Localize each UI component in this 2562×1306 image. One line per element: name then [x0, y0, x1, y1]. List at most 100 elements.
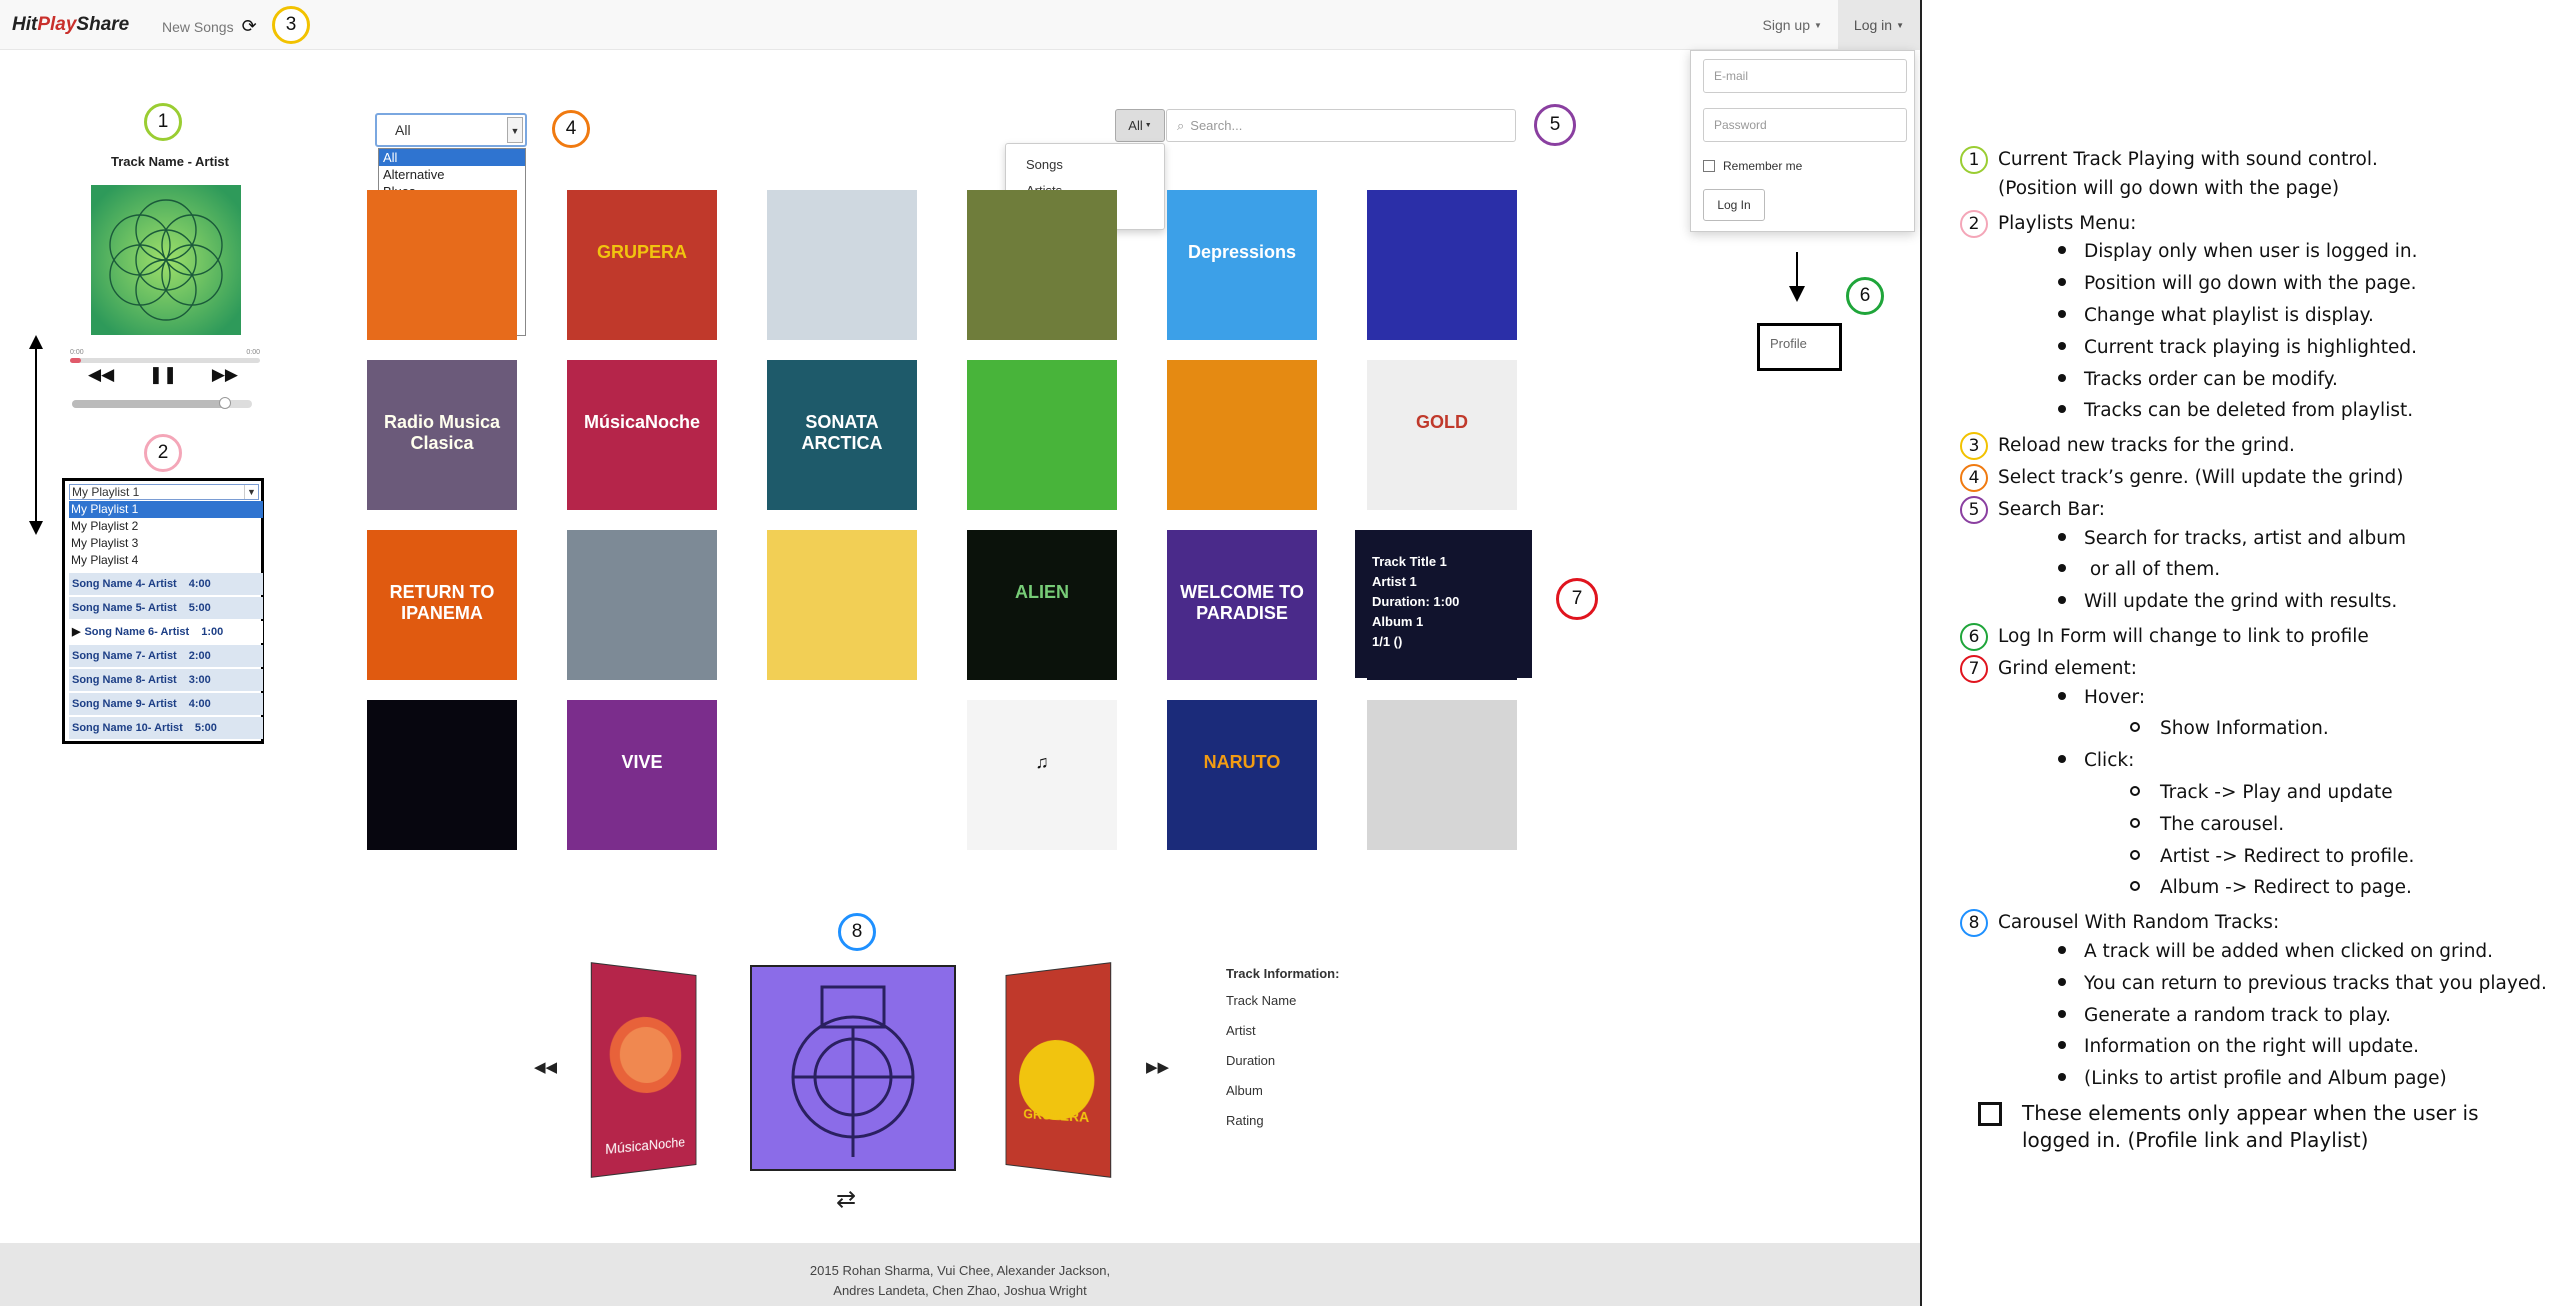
grid-album-tile[interactable]: Depressions	[1167, 190, 1317, 340]
password-field[interactable]: Password	[1703, 108, 1907, 142]
carousel-next-icon[interactable]: ▶▶	[1146, 1058, 1169, 1076]
grid-album-tile[interactable]	[967, 360, 1117, 510]
remember-me-checkbox[interactable]: Remember me	[1703, 159, 1802, 173]
track-info-name[interactable]: Track Name	[1226, 991, 1339, 1021]
callout-4: 4	[552, 110, 590, 148]
signup-label: Sign up	[1762, 17, 1810, 33]
grid-album-tile[interactable]: MúsicaNoche	[567, 360, 717, 510]
grid-album-tile[interactable]	[967, 190, 1117, 340]
grid-album-tile[interactable]: RETURN TO IPANEMA	[367, 530, 517, 680]
grid-album-tile[interactable]: SONATA ARCTICA	[767, 360, 917, 510]
grid-hover-info[interactable]: Track Title 1 Artist 1 Duration: 1:00 Al…	[1355, 530, 1532, 678]
annotation-note: Will update the grind with results.	[2058, 591, 2397, 612]
grid-album-title: VIVE	[621, 752, 663, 772]
playlist-option[interactable]: My Playlist 1	[69, 501, 263, 518]
bullet-icon	[2058, 246, 2066, 255]
footer: 2015 Rohan Sharma, Vui Chee, Alexander J…	[0, 1243, 1920, 1306]
grid-album-tile[interactable]	[567, 530, 717, 680]
grid-album-tile[interactable]: ALIEN	[967, 530, 1117, 680]
playlist-option[interactable]: My Playlist 3	[69, 535, 263, 552]
login-label: Log in	[1853, 17, 1893, 33]
note-text: Information on the right will update.	[2084, 1036, 2419, 1058]
hover-track-title: Track Title 1	[1372, 554, 1447, 569]
volume-slider[interactable]	[72, 397, 252, 409]
grid-album-tile[interactable]	[767, 530, 917, 680]
track-info-album[interactable]: Album	[1226, 1081, 1339, 1111]
note-text: Artist -> Redirect to profile.	[2160, 845, 2415, 867]
bullet-icon	[2058, 1073, 2066, 1082]
grid-album-tile[interactable]	[367, 700, 517, 850]
track-name: Song Name 8- Artist	[72, 674, 177, 686]
signup-dropdown[interactable]: Sign up ▼	[1747, 0, 1838, 50]
grid-album-tile[interactable]: NARUTO	[1167, 700, 1317, 850]
playlist-select[interactable]: My Playlist 1 ▼	[69, 484, 259, 500]
current-track-name[interactable]: Track Name - Artist	[70, 154, 270, 169]
playlist-track[interactable]: Song Name 9- Artist 4:00	[69, 693, 263, 715]
profile-link[interactable]: Profile	[1757, 323, 1842, 371]
search-menu-item[interactable]: Songs	[1006, 152, 1164, 178]
carousel-next-cover[interactable]: GRUPERA	[1006, 963, 1111, 1177]
track-name: Song Name 5- Artist	[72, 602, 177, 614]
callout-8: 8	[838, 913, 876, 951]
grid-album-tile[interactable]: WELCOME TO PARADISE	[1167, 530, 1317, 680]
genre-option[interactable]: Alternative	[379, 166, 525, 183]
note-text: Current track playing is highlighted.	[2084, 336, 2417, 358]
playlist-track[interactable]: Song Name 5- Artist 5:00	[69, 597, 263, 619]
carousel-current-cover[interactable]	[750, 965, 956, 1171]
player-controls: ◀◀ ❚❚ ▶▶	[88, 365, 238, 385]
grid-album-tile[interactable]: GRUPERA	[567, 190, 717, 340]
bullet-icon	[2130, 786, 2140, 796]
annotation-note: Search for tracks, artist and album	[2058, 528, 2406, 549]
grid-album-tile[interactable]	[1167, 360, 1317, 510]
rewind-icon[interactable]: ◀◀	[88, 365, 114, 385]
playlist-track[interactable]: ▶ Song Name 6- Artist 1:00	[69, 621, 263, 643]
playlist-track[interactable]: Song Name 10- Artist 5:00	[69, 717, 263, 739]
playlist-track[interactable]: Song Name 4- Artist 4:00	[69, 573, 263, 595]
fast-forward-icon[interactable]: ▶▶	[212, 365, 238, 385]
chevron-down-icon: ▼	[244, 485, 258, 499]
playlist-menu: My Playlist 1 ▼ My Playlist 1 My Playlist…	[62, 478, 264, 744]
chevron-down-icon: ▼	[507, 117, 523, 143]
pause-icon[interactable]: ❚❚	[149, 365, 178, 385]
genre-option[interactable]: All	[379, 149, 525, 166]
annotation-note: 5 Search Bar:	[1960, 495, 2105, 524]
playlist-option[interactable]: My Playlist 4	[69, 552, 263, 569]
track-info-artist[interactable]: Artist	[1226, 1021, 1339, 1051]
caret-down-icon: ▼	[1144, 122, 1152, 129]
note-text: A track will be added when clicked on gr…	[2084, 941, 2494, 962]
volume-knob[interactable]	[219, 397, 231, 409]
search-input[interactable]: ⌕ Search...	[1166, 109, 1516, 142]
grid-album-tile[interactable]	[767, 700, 917, 850]
note-number: 7	[1960, 654, 1988, 683]
grid-album-tile[interactable]: VIVE	[567, 700, 717, 850]
carousel-track-info: Track Information: Track Name Artist Dur…	[1226, 966, 1339, 1141]
grid-album-tile[interactable]	[767, 190, 917, 340]
email-field[interactable]: E-mail	[1703, 59, 1907, 93]
playlist-option[interactable]: My Playlist 2	[69, 518, 263, 535]
playlist-track[interactable]: Song Name 7- Artist 2:00	[69, 645, 263, 667]
login-dropdown[interactable]: Log in ▼	[1837, 0, 1920, 50]
shuffle-icon[interactable]: ⇄	[836, 1185, 856, 1214]
bullet-icon	[2058, 596, 2066, 605]
grid-album-tile[interactable]: ♫	[967, 700, 1117, 850]
new-songs-button[interactable]: New Songs ⟳	[162, 16, 257, 37]
grid-album-tile[interactable]	[367, 190, 517, 340]
annotation-note: Information on the right will update.	[2058, 1036, 2419, 1057]
grid-album-tile[interactable]: GOLD	[1367, 360, 1517, 510]
login-button[interactable]: Log In	[1703, 189, 1765, 221]
bullet-icon	[2058, 564, 2066, 573]
track-name: Song Name 6- Artist	[84, 626, 190, 638]
genre-select[interactable]: All ▼	[375, 113, 527, 147]
playlist-track[interactable]: Song Name 8- Artist 3:00	[69, 669, 263, 691]
track-name: Song Name 10- Artist	[72, 722, 183, 734]
track-info-duration: Duration	[1226, 1053, 1276, 1068]
grid-album-tile[interactable]	[1367, 700, 1517, 850]
brand-logo[interactable]: HitPlayShare	[12, 14, 129, 36]
grid-album-tile[interactable]	[1367, 190, 1517, 340]
carousel-prev-cover[interactable]: MúsicaNoche	[591, 963, 696, 1177]
search-type-dropdown[interactable]: All ▼	[1115, 109, 1165, 142]
seek-bar[interactable]: 0:00 0:00	[70, 349, 260, 363]
carousel-previous-icon[interactable]: ◀◀	[534, 1058, 557, 1076]
track-duration: 2:00	[188, 650, 211, 662]
grid-album-tile[interactable]: Radio Musica Clasica	[367, 360, 517, 510]
